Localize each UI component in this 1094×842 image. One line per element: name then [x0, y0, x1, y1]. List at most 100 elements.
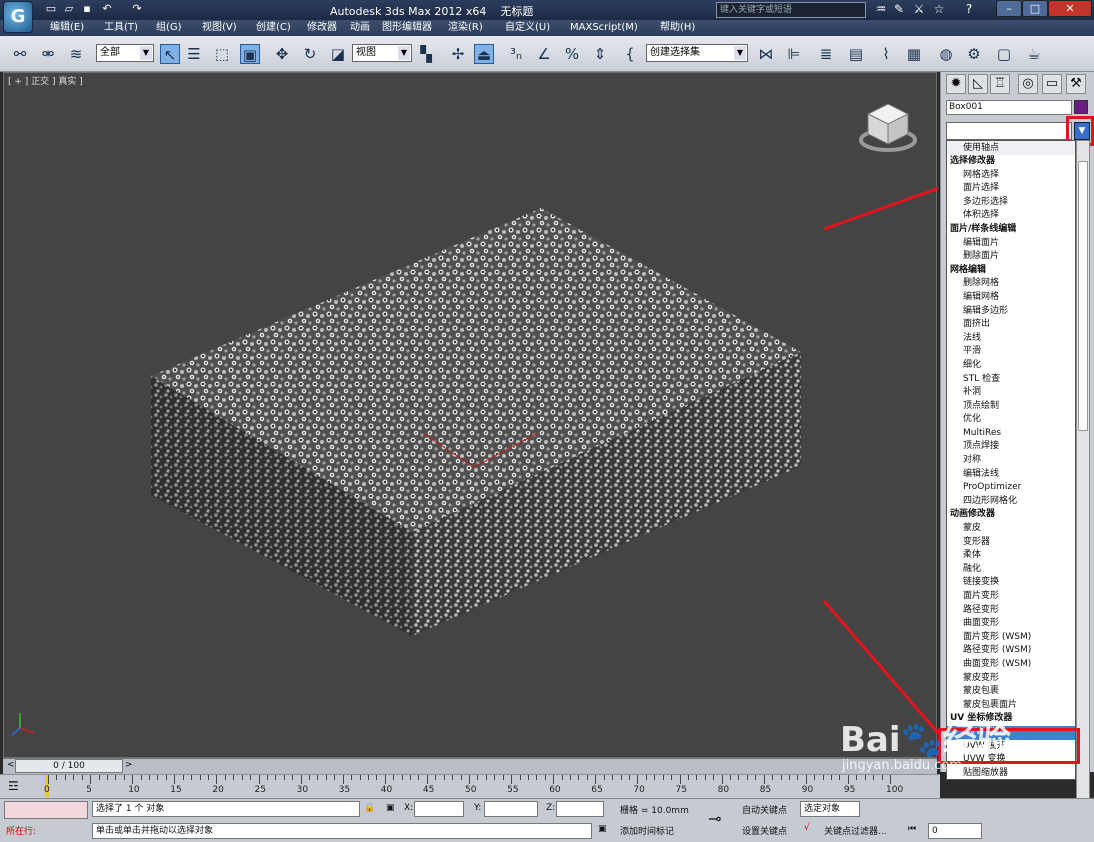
modifier-item[interactable]: 优化	[947, 413, 1075, 427]
viewport-label[interactable]: [ + ] 正交 ] 真实 ]	[8, 74, 83, 87]
named-selection-dropdown[interactable]: 创建选择集 ▼	[646, 44, 748, 62]
menu-create[interactable]: 创建(C)	[256, 21, 291, 35]
modifier-item[interactable]: STL 检查	[947, 373, 1075, 387]
close-button[interactable]: ✕	[1048, 0, 1092, 17]
menu-edit[interactable]: 编辑(E)	[50, 21, 84, 35]
modifier-item[interactable]: 顶点焊接	[947, 440, 1075, 454]
select-object-icon[interactable]: ↖	[160, 44, 180, 64]
lock-icon[interactable]: 🔒	[364, 803, 375, 813]
utilities-tab-icon[interactable]: ⚒	[1066, 74, 1086, 94]
modifier-item[interactable]: 多边形选择	[947, 196, 1075, 210]
snaps-icon[interactable]: ³ₙ	[506, 44, 526, 64]
modifier-item[interactable]: 面片变形	[947, 590, 1075, 604]
maxscript-listener[interactable]	[4, 801, 88, 819]
goto-start-icon[interactable]: ⏮	[908, 824, 916, 834]
modifier-item[interactable]: 编辑多边形	[947, 305, 1075, 319]
modifier-item[interactable]: 法线	[947, 332, 1075, 346]
modifier-item[interactable]: 曲面变形 (WSM)	[947, 658, 1075, 672]
time-next-icon[interactable]: >	[125, 760, 133, 770]
time-prev-icon[interactable]: <	[7, 760, 15, 770]
schematic-view-icon[interactable]: ▦	[904, 44, 924, 64]
favorites-star-icon[interactable]: ☆	[930, 1, 948, 18]
keyboard-shortcut-icon[interactable]: ⏏	[474, 44, 494, 64]
binoculars-icon[interactable]: ♒	[872, 1, 890, 18]
abs-mode-icon[interactable]: ▣	[386, 803, 395, 813]
hierarchy-tab-icon[interactable]: ♖	[990, 74, 1010, 94]
ref-coord-dropdown[interactable]: 视图 ▼	[352, 44, 412, 62]
modifier-item[interactable]: 四边形网格化	[947, 495, 1075, 509]
modifier-item[interactable]: 删除网格	[947, 277, 1075, 291]
menu-maxscript[interactable]: MAXScript(M)	[570, 21, 638, 35]
modifier-item[interactable]: 路径变形 (WSM)	[947, 644, 1075, 658]
key-tangent-icon[interactable]: √	[804, 823, 810, 833]
redo-icon[interactable]: ↷	[130, 2, 144, 16]
textured-box-object[interactable]	[151, 208, 801, 636]
time-slider[interactable]: < 0 / 100 >	[3, 758, 937, 774]
modifier-item[interactable]: ProOptimizer	[947, 481, 1075, 495]
mirror-icon[interactable]: ⋈	[756, 44, 776, 64]
modifier-item[interactable]: 路径变形	[947, 604, 1075, 618]
save-icon[interactable]: ▪	[80, 2, 94, 16]
modifier-item[interactable]: 蒙皮变形	[947, 672, 1075, 686]
modifier-item[interactable]: 面片变形 (WSM)	[947, 631, 1075, 645]
set-key-button[interactable]: 设置关键点	[742, 824, 787, 837]
bind-spacewarp-icon[interactable]: ≋	[66, 44, 86, 64]
render-production-icon[interactable]: ☕	[1024, 44, 1044, 64]
menu-modifiers[interactable]: 修改器	[307, 21, 337, 35]
modifier-item[interactable]: 融化	[947, 563, 1075, 577]
modifier-item[interactable]: 柔体	[947, 549, 1075, 563]
tools-icon[interactable]: ✎	[890, 1, 908, 18]
menu-group[interactable]: 组(G)	[156, 21, 182, 35]
scrollbar-thumb[interactable]	[1078, 161, 1088, 431]
modifier-item[interactable]: 曲面变形	[947, 617, 1075, 631]
create-tab-icon[interactable]: ✹	[946, 74, 966, 94]
use-pivot-option[interactable]: 使用轴点	[947, 141, 1075, 155]
modifier-item[interactable]: 删除面片	[947, 250, 1075, 264]
modifier-item[interactable]: 平滑	[947, 345, 1075, 359]
modifier-item[interactable]: 蒙皮包裹面片	[947, 699, 1075, 713]
modifier-item[interactable]: 变形器	[947, 536, 1075, 550]
app-logo-icon[interactable]: G	[3, 1, 33, 33]
object-color-swatch[interactable]	[1074, 100, 1088, 114]
modifier-item[interactable]: 蒙皮包裹	[947, 685, 1075, 699]
key-filters-button[interactable]: 关键点过滤器...	[824, 824, 887, 837]
rect-selection-icon[interactable]: ⬚	[212, 44, 232, 64]
search-input[interactable]: 键入关键字或短语	[716, 2, 866, 18]
track-bar[interactable]: ☲ 0 5 10 15 20 25 30 35 40 45 50 55 60 65 70 75 80 85 90 95…	[0, 774, 940, 798]
object-name-field[interactable]: Box001	[946, 100, 1072, 115]
angle-snap-icon[interactable]: ∠	[534, 44, 554, 64]
menu-rendering[interactable]: 渲染(R)	[448, 21, 483, 35]
spinner-snap-icon[interactable]: ⇕	[590, 44, 610, 64]
window-crossing-icon[interactable]: ▣	[240, 44, 260, 64]
modifier-item[interactable]: 面挤出	[947, 318, 1075, 332]
z-coord-input[interactable]	[556, 801, 604, 817]
undo-icon[interactable]: ↶	[100, 2, 114, 16]
modifier-item[interactable]: 链接变换	[947, 576, 1075, 590]
modifier-item[interactable]: 体积选择	[947, 209, 1075, 223]
align-icon[interactable]: ⊫	[784, 44, 804, 64]
modifier-list-dropdown[interactable]	[946, 122, 1072, 140]
select-by-name-icon[interactable]: ☰	[184, 44, 204, 64]
modifier-item[interactable]: 顶点绘制	[947, 400, 1075, 414]
move-icon[interactable]: ✥	[272, 44, 292, 64]
select-manipulate-icon[interactable]: ✢	[448, 44, 468, 64]
link-icon[interactable]: ⚯	[10, 44, 30, 64]
modifier-item[interactable]: 编辑面片	[947, 237, 1075, 251]
display-tab-icon[interactable]: ▭	[1042, 74, 1062, 94]
render-setup-icon[interactable]: ⚙	[964, 44, 984, 64]
menu-tools[interactable]: 工具(T)	[104, 21, 138, 35]
help-icon[interactable]: ?	[960, 1, 978, 18]
selection-filter-dropdown[interactable]: 全部 ▼	[96, 44, 154, 62]
modifier-item[interactable]: 网格选择	[947, 169, 1075, 183]
unlink-icon[interactable]: ⚮	[38, 44, 58, 64]
modifier-item[interactable]: 蒙皮	[947, 522, 1075, 536]
modify-tab-icon[interactable]: ◺	[968, 74, 988, 94]
motion-tab-icon[interactable]: ◎	[1018, 74, 1038, 94]
frame-counter[interactable]: 0 / 100	[15, 759, 123, 773]
menu-views[interactable]: 视图(V)	[202, 21, 237, 35]
x-coord-input[interactable]	[414, 801, 464, 817]
maximize-button[interactable]: □	[1022, 0, 1048, 17]
modifier-item[interactable]: 面片选择	[947, 182, 1075, 196]
time-tag-icon[interactable]: ▣	[598, 824, 607, 834]
menu-customize[interactable]: 自定义(U)	[505, 21, 550, 35]
